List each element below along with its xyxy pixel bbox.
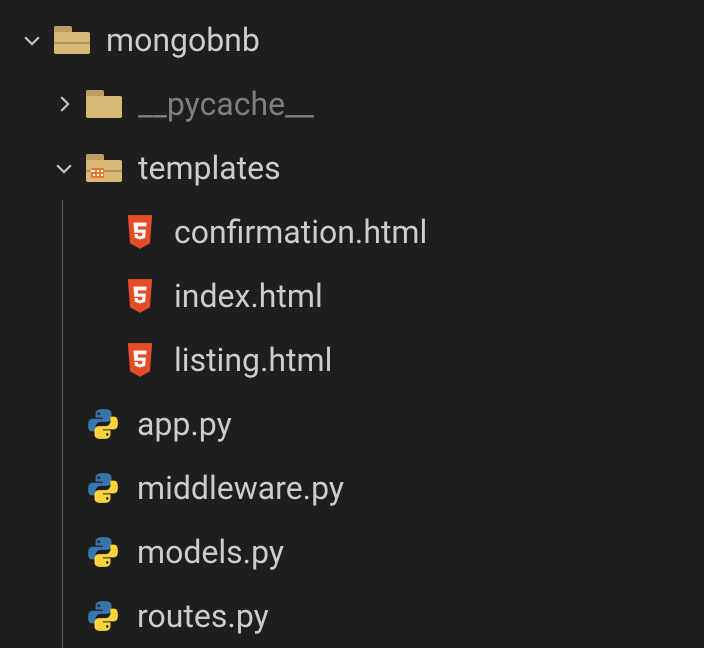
html-file-icon <box>118 342 162 378</box>
tree-item-label: middleware.py <box>137 469 344 507</box>
chevron-right-icon <box>46 93 82 115</box>
folder-special-icon <box>82 154 126 182</box>
tree-item-label: routes.py <box>137 597 269 635</box>
tree-item-label: listing.html <box>174 341 332 379</box>
python-file-icon <box>81 471 125 505</box>
html-file-icon <box>118 278 162 314</box>
tree-folder-pycache[interactable]: __pycache__ <box>0 72 704 136</box>
chevron-down-icon <box>46 157 82 179</box>
tree-item-label: confirmation.html <box>174 213 427 251</box>
tree-folder-templates[interactable]: templates <box>0 136 704 200</box>
tree-item-label: app.py <box>137 405 232 443</box>
html-file-icon <box>118 214 162 250</box>
tree-file-models[interactable]: models.py <box>0 520 704 584</box>
tree-file-routes[interactable]: routes.py <box>0 584 704 648</box>
tree-file-listing[interactable]: listing.html <box>0 328 704 392</box>
tree-folder-root[interactable]: mongobnb <box>0 8 704 72</box>
tree-item-label: index.html <box>174 277 323 315</box>
tree-item-label: __pycache__ <box>138 85 314 123</box>
python-file-icon <box>81 407 125 441</box>
tree-file-app[interactable]: app.py <box>0 392 704 456</box>
folder-icon <box>82 90 126 118</box>
python-file-icon <box>81 535 125 569</box>
tree-item-label: templates <box>138 149 281 187</box>
tree-file-confirmation[interactable]: confirmation.html <box>0 200 704 264</box>
folder-open-icon <box>50 26 94 54</box>
chevron-down-icon <box>14 29 50 51</box>
tree-file-middleware[interactable]: middleware.py <box>0 456 704 520</box>
tree-file-index[interactable]: index.html <box>0 264 704 328</box>
tree-item-label: mongobnb <box>106 21 260 59</box>
tree-item-label: models.py <box>137 533 284 571</box>
